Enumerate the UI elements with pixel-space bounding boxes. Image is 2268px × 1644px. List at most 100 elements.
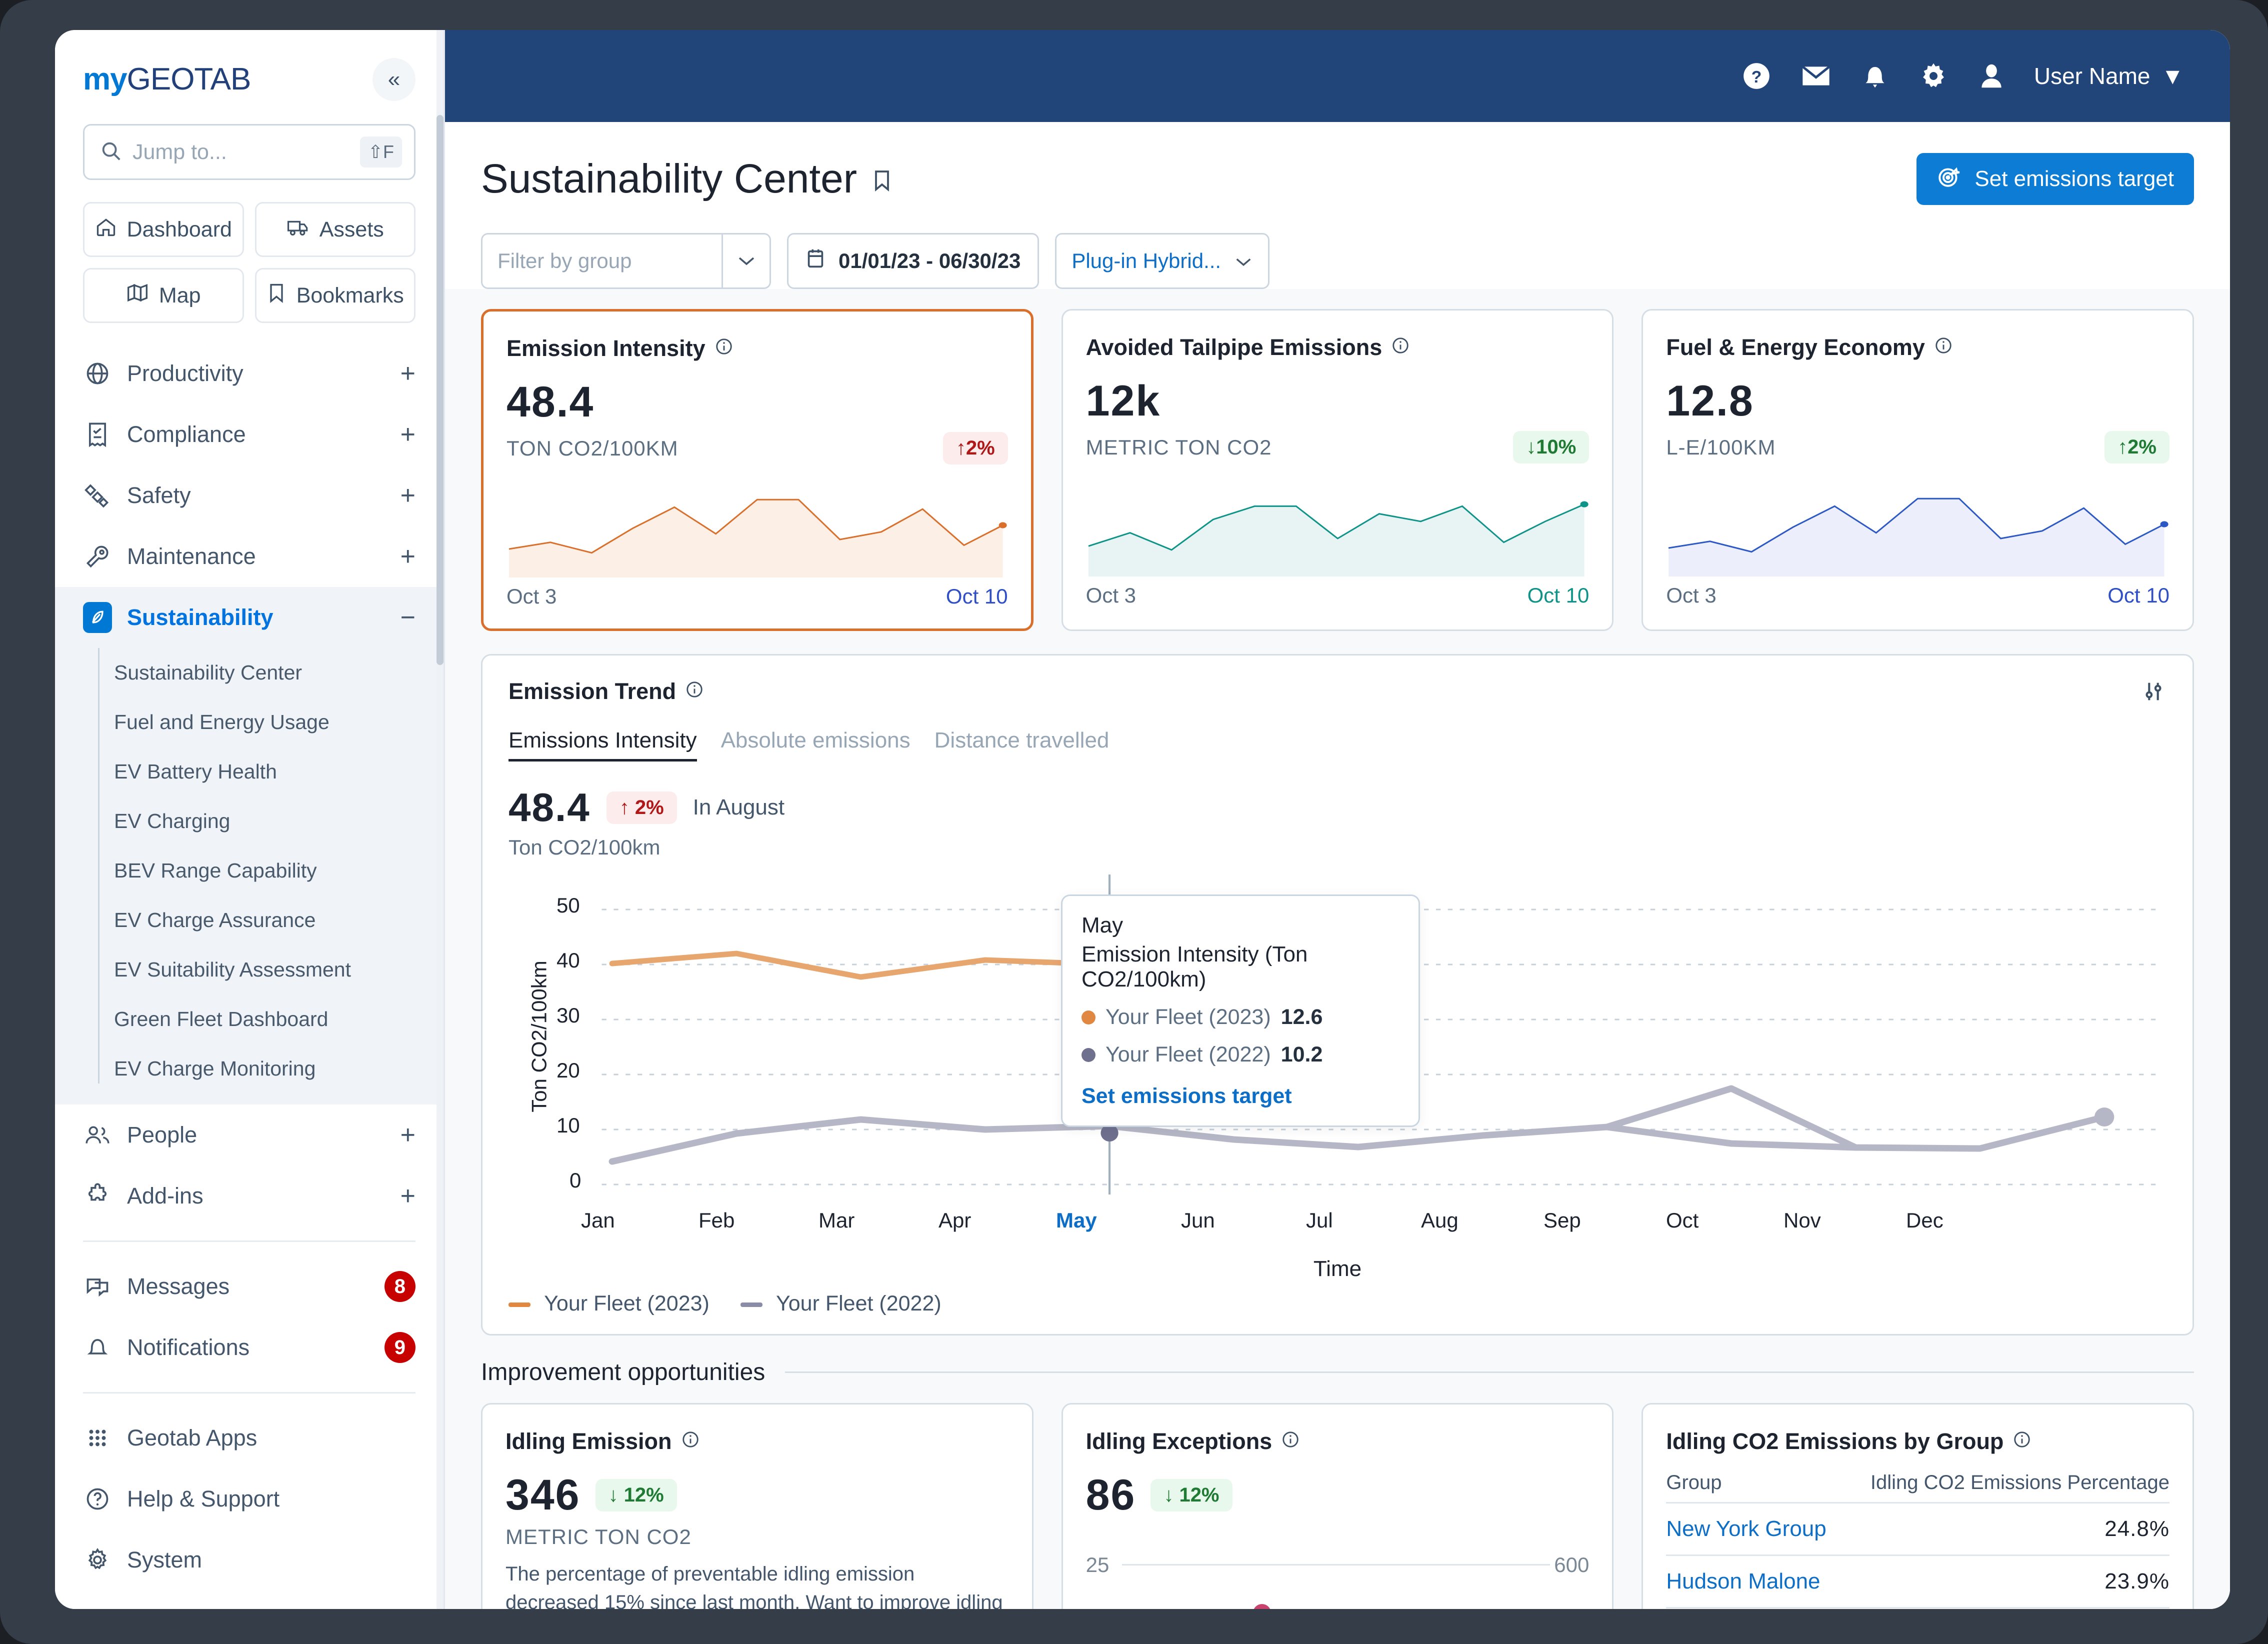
user-menu[interactable]: User Name ▼ — [2034, 62, 2184, 90]
legend-label: Your Fleet (2023) — [544, 1292, 710, 1316]
group-name-link[interactable]: New York Group — [1666, 1502, 1842, 1556]
expand-icon[interactable]: + — [400, 358, 416, 388]
tab-distance-travelled[interactable]: Distance travelled — [934, 728, 1110, 762]
info-icon[interactable] — [714, 336, 734, 362]
help-icon[interactable]: ? — [1741, 60, 1772, 92]
sidebar-item-people[interactable]: People + — [55, 1104, 444, 1166]
sidebar-subitem-ev-suitability-assessment[interactable]: EV Suitability Assessment — [55, 945, 444, 994]
quick-link-dashboard[interactable]: Dashboard — [83, 202, 244, 257]
group-filter-select[interactable]: Filter by group — [481, 233, 771, 289]
card-idling-exceptions[interactable]: Idling Exceptions 86 ↓ 12% 25 600 20 480 — [1061, 1403, 1614, 1609]
sidebar-subitem-ev-charge-monitoring[interactable]: EV Charge Monitoring — [55, 1044, 444, 1094]
group-name-link[interactable]: Toronto Group — [1666, 1608, 1842, 1609]
column-header-group[interactable]: Group — [1666, 1472, 1842, 1504]
sidebar-subitem-ev-charging[interactable]: EV Charging — [55, 796, 444, 846]
quick-link-assets[interactable]: Assets — [254, 202, 416, 257]
info-icon[interactable] — [1391, 334, 1410, 360]
expand-icon[interactable]: + — [400, 420, 416, 450]
info-icon[interactable] — [2012, 1428, 2032, 1454]
kpi-value: 48.4 — [506, 378, 594, 426]
wrench-icon — [83, 544, 112, 570]
sidebar-item-help-and-support[interactable]: Help & Support — [55, 1468, 444, 1530]
card-idling-co2-emissions-by-group[interactable]: Idling CO2 Emissions by Group Group Idli… — [1642, 1403, 2194, 1609]
sidebar-item-system[interactable]: System — [55, 1530, 444, 1590]
calendar-icon — [806, 247, 826, 275]
info-icon[interactable] — [685, 678, 704, 704]
bell-icon[interactable] — [1860, 60, 1890, 92]
chevrons-left-icon[interactable]: « — [372, 58, 416, 101]
sidebar-item-messages[interactable]: Messages 8 — [55, 1256, 444, 1317]
sidebar-item-safety[interactable]: Safety + — [55, 465, 444, 526]
bookmark-icon[interactable] — [871, 156, 893, 202]
sidebar-subitem-green-fleet-dashboard[interactable]: Green Fleet Dashboard — [55, 994, 444, 1044]
series-color-dot — [1082, 1010, 1096, 1024]
tooltip-set-emissions-target-link[interactable]: Set emissions target — [1082, 1084, 1400, 1108]
kpi-sparkline-chart — [506, 482, 1008, 578]
table-row[interactable]: Hudson Malone 23.9% — [1666, 1555, 2170, 1608]
collapse-icon[interactable]: − — [400, 602, 416, 632]
quick-link-label: Assets — [319, 217, 384, 242]
legend-swatch — [508, 1302, 530, 1308]
nav-list: Productivity + Compliance + Safety + Mai… — [55, 323, 444, 1590]
table-row[interactable]: New York Group 24.8% — [1666, 1502, 2170, 1556]
column-header-percentage[interactable]: Idling CO2 Emissions Percentage — [1842, 1472, 2170, 1504]
search-input[interactable]: Jump to... ⇧F — [83, 124, 416, 180]
sidebar-item-geotab-apps[interactable]: Geotab Apps — [55, 1408, 444, 1468]
kpi-card-avoided-tailpipe-emissions[interactable]: Avoided Tailpipe Emissions 12k METRIC TO… — [1061, 309, 1614, 631]
kpi-card-fuel-and-energy-economy[interactable]: Fuel & Energy Economy 12.8 L-E/100KM ↑2% — [1642, 309, 2194, 631]
quick-link-bookmarks[interactable]: Bookmarks — [254, 268, 416, 323]
filter-bar: Filter by group 01/01/23 - 06/30/23 Plug… — [481, 233, 2194, 289]
legend-item-your-fleet-2022[interactable]: Your Fleet (2022) — [740, 1292, 942, 1316]
set-emissions-target-button[interactable]: Set emissions target — [1916, 153, 2194, 205]
sidebar-item-compliance[interactable]: Compliance + — [55, 404, 444, 465]
avatar-icon[interactable] — [1977, 60, 2006, 92]
sidebar-scrollbar-track[interactable] — [436, 30, 444, 1609]
sidebar-item-add-ins[interactable]: Add-ins + — [55, 1166, 444, 1226]
quick-link-map[interactable]: Map — [83, 268, 244, 323]
tab-emissions-intensity[interactable]: Emissions Intensity — [508, 728, 697, 762]
quick-link-label: Dashboard — [126, 217, 232, 242]
vehicle-type-select[interactable]: Plug-in Hybrid... — [1055, 233, 1270, 289]
sidebar-item-notifications[interactable]: Notifications 9 — [55, 1317, 444, 1378]
kpi-unit: L-E/100KM — [1666, 435, 1776, 459]
kpi-card-emission-intensity[interactable]: Emission Intensity 48.4 TON CO2/100KM ↑2… — [481, 309, 1034, 631]
sidebar-scrollbar-thumb[interactable] — [436, 115, 444, 665]
sidebar-item-maintenance[interactable]: Maintenance + — [55, 526, 444, 587]
legend-item-your-fleet-2023[interactable]: Your Fleet (2023) — [508, 1292, 710, 1316]
info-icon[interactable] — [1281, 1428, 1300, 1454]
expand-icon[interactable]: + — [400, 1181, 416, 1211]
gear-icon[interactable] — [1918, 60, 1949, 92]
info-icon[interactable] — [1934, 334, 1953, 360]
tooltip-series-value: 10.2 — [1280, 1042, 1323, 1066]
card-idling-emission[interactable]: Idling Emission 346 ↓ 12% METRIC TON CO2… — [481, 1403, 1034, 1609]
table-row[interactable]: Toronto Group 23.1% — [1666, 1608, 2170, 1609]
user-name-label: User Name — [2034, 63, 2150, 89]
expand-icon[interactable]: + — [400, 480, 416, 510]
sidebar-subitem-sustainability-center[interactable]: Sustainability Center — [55, 648, 444, 698]
y-axis-title: Ton CO2/100km — [527, 960, 551, 1112]
sliders-icon[interactable] — [2140, 678, 2166, 707]
sidebar-item-label: Safety — [127, 482, 191, 508]
mail-icon[interactable] — [1800, 60, 1832, 92]
sidebar-item-sustainability[interactable]: Sustainability − — [55, 587, 444, 648]
chevron-down-icon[interactable] — [722, 234, 770, 288]
sidebar-item-productivity[interactable]: Productivity + — [55, 343, 444, 404]
leaf-icon — [83, 602, 112, 633]
group-name-link[interactable]: Hudson Malone — [1666, 1555, 1842, 1608]
sidebar-subitem-ev-battery-health[interactable]: EV Battery Health — [55, 747, 444, 796]
sidebar-subitem-ev-charge-assurance[interactable]: EV Charge Assurance — [55, 896, 444, 945]
tab-absolute-emissions[interactable]: Absolute emissions — [721, 728, 910, 762]
expand-icon[interactable]: + — [400, 542, 416, 572]
app-screen: myGEOTAB « Jump to... ⇧F Dashboard Asset… — [55, 30, 2230, 1609]
expand-icon[interactable]: + — [400, 1120, 416, 1150]
date-range-picker[interactable]: 01/01/23 - 06/30/23 — [787, 233, 1040, 289]
x-axis-tick-nov: Nov — [1784, 1208, 1821, 1232]
sidebar-item-label: Messages — [127, 1274, 230, 1299]
messages-badge: 8 — [384, 1271, 416, 1302]
info-icon[interactable] — [681, 1428, 700, 1454]
kpi-card-title: Emission Intensity — [506, 336, 1008, 362]
sidebar-subitem-fuel-and-energy-usage[interactable]: Fuel and Energy Usage — [55, 698, 444, 747]
sidebar-subitem-bev-range-capability[interactable]: BEV Range Capability — [55, 846, 444, 896]
set-emissions-target-label: Set emissions target — [1974, 166, 2174, 191]
emission-trend-chart[interactable]: 50 40 30 20 10 0 Ton CO2/100km Jan Feb M… — [508, 874, 2166, 1254]
